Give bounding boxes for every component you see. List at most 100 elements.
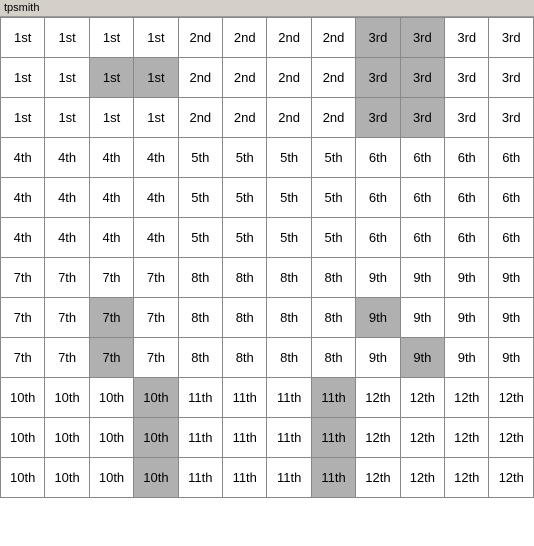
table-cell: 5th — [223, 178, 267, 218]
table-row: 4th4th4th4th5th5th5th5th6th6th6th6th — [1, 178, 534, 218]
table-cell: 4th — [1, 218, 45, 258]
table-cell: 6th — [400, 178, 444, 218]
table-cell: 8th — [267, 298, 311, 338]
table-cell: 1st — [1, 18, 45, 58]
table-cell: 9th — [445, 338, 489, 378]
table-cell: 9th — [489, 338, 534, 378]
table-cell: 9th — [356, 338, 400, 378]
table-cell: 2nd — [311, 58, 355, 98]
table-cell: 5th — [267, 178, 311, 218]
table-cell: 12th — [445, 418, 489, 458]
table-cell: 1st — [1, 58, 45, 98]
table-cell: 6th — [356, 178, 400, 218]
table-cell: 6th — [356, 218, 400, 258]
table-cell: 10th — [1, 458, 45, 498]
table-cell: 9th — [356, 258, 400, 298]
table-cell: 3rd — [445, 98, 489, 138]
table-cell: 4th — [134, 138, 178, 178]
table-cell: 10th — [134, 418, 178, 458]
table-cell: 8th — [267, 338, 311, 378]
table-cell: 2nd — [223, 98, 267, 138]
table-cell: 6th — [489, 178, 534, 218]
table-cell: 8th — [223, 338, 267, 378]
table-cell: 4th — [89, 138, 133, 178]
table-cell: 10th — [45, 458, 89, 498]
table-cell: 8th — [223, 298, 267, 338]
table-cell: 7th — [134, 338, 178, 378]
table-cell: 2nd — [311, 98, 355, 138]
table-cell: 11th — [311, 418, 355, 458]
table-cell: 3rd — [445, 58, 489, 98]
table-cell: 8th — [311, 338, 355, 378]
table-cell: 12th — [356, 378, 400, 418]
table-row: 10th10th10th10th11th11th11th11th12th12th… — [1, 458, 534, 498]
table-cell: 3rd — [356, 18, 400, 58]
table-cell: 5th — [311, 138, 355, 178]
table-cell: 9th — [489, 298, 534, 338]
table-cell: 9th — [445, 298, 489, 338]
table-cell: 10th — [1, 418, 45, 458]
table-cell: 6th — [445, 178, 489, 218]
table-cell: 1st — [1, 98, 45, 138]
table-cell: 4th — [134, 218, 178, 258]
table-cell: 6th — [489, 218, 534, 258]
table-cell: 6th — [400, 138, 444, 178]
table-cell: 5th — [223, 218, 267, 258]
table-cell: 8th — [178, 258, 222, 298]
table-cell: 8th — [178, 298, 222, 338]
table-cell: 5th — [311, 218, 355, 258]
table-cell: 3rd — [400, 18, 444, 58]
table-cell: 8th — [178, 338, 222, 378]
table-cell: 7th — [1, 338, 45, 378]
table-cell: 10th — [1, 378, 45, 418]
table-cell: 11th — [223, 458, 267, 498]
table-cell: 1st — [45, 18, 89, 58]
table-row: 7th7th7th7th8th8th8th8th9th9th9th9th — [1, 258, 534, 298]
table-cell: 5th — [178, 218, 222, 258]
table-cell: 1st — [45, 98, 89, 138]
table-cell: 5th — [178, 178, 222, 218]
table-cell: 3rd — [356, 58, 400, 98]
table-cell: 3rd — [356, 98, 400, 138]
table-cell: 4th — [45, 218, 89, 258]
table-cell: 2nd — [267, 98, 311, 138]
table-cell: 2nd — [178, 58, 222, 98]
table-cell: 5th — [267, 138, 311, 178]
table-cell: 5th — [223, 138, 267, 178]
table-cell: 12th — [356, 418, 400, 458]
table-cell: 11th — [267, 418, 311, 458]
table-cell: 9th — [445, 258, 489, 298]
table-cell: 4th — [1, 178, 45, 218]
table-row: 1st1st1st1st2nd2nd2nd2nd3rd3rd3rd3rd — [1, 58, 534, 98]
table-cell: 8th — [311, 258, 355, 298]
table-cell: 9th — [356, 298, 400, 338]
table-row: 10th10th10th10th11th11th11th11th12th12th… — [1, 378, 534, 418]
table-cell: 3rd — [489, 58, 534, 98]
table-cell: 12th — [400, 418, 444, 458]
table-cell: 7th — [89, 338, 133, 378]
table-row: 7th7th7th7th8th8th8th8th9th9th9th9th — [1, 298, 534, 338]
table-cell: 4th — [89, 218, 133, 258]
title-bar: tpsmith — [0, 0, 534, 17]
table-cell: 12th — [489, 458, 534, 498]
table-cell: 11th — [178, 378, 222, 418]
table-cell: 8th — [223, 258, 267, 298]
table-cell: 7th — [134, 258, 178, 298]
table-cell: 12th — [400, 378, 444, 418]
table-cell: 1st — [89, 58, 133, 98]
table-cell: 1st — [45, 58, 89, 98]
table-cell: 10th — [89, 458, 133, 498]
table-cell: 10th — [89, 418, 133, 458]
table-cell: 2nd — [178, 98, 222, 138]
table-cell: 2nd — [178, 18, 222, 58]
table-cell: 1st — [89, 18, 133, 58]
table-row: 1st1st1st1st2nd2nd2nd2nd3rd3rd3rd3rd — [1, 18, 534, 58]
table-cell: 5th — [311, 178, 355, 218]
table-cell: 3rd — [489, 98, 534, 138]
table-cell: 11th — [223, 418, 267, 458]
table-row: 10th10th10th10th11th11th11th11th12th12th… — [1, 418, 534, 458]
table-row: 1st1st1st1st2nd2nd2nd2nd3rd3rd3rd3rd — [1, 98, 534, 138]
table-cell: 10th — [45, 418, 89, 458]
table-cell: 9th — [489, 258, 534, 298]
app-title: tpsmith — [4, 2, 39, 14]
